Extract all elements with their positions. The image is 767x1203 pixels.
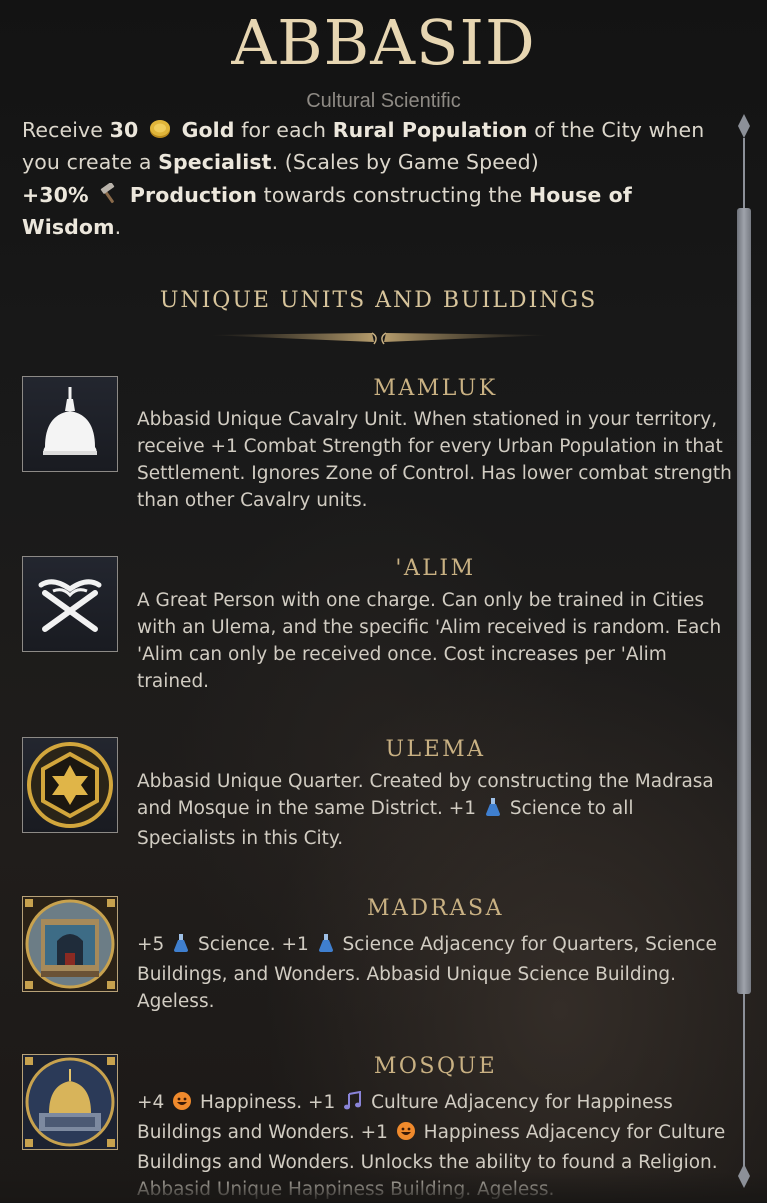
- unit-desc-madrasa: +5 Science. +1 Science Adjacency for Qua…: [137, 933, 717, 1012]
- unit-name-mosque: MOSQUE: [373, 1054, 498, 1079]
- mamluk-helmet-icon: [43, 387, 97, 455]
- hammer-icon: [97, 182, 121, 213]
- unit-name-alim: 'ALIM: [395, 556, 476, 581]
- unit-name-ulema: ULEMA: [385, 737, 486, 762]
- unit-icon-mamluk: [22, 376, 118, 472]
- civ-title: ABBASID: [231, 6, 536, 79]
- unit-icon-mosque: [22, 1054, 118, 1150]
- unit-icon-madrasa: [22, 896, 118, 992]
- civ-tags: Cultural Scientific: [306, 90, 461, 112]
- ulema-star-icon: [27, 742, 113, 828]
- open-book-icon: [38, 579, 102, 632]
- unit-name-mamluk: MAMLUK: [373, 376, 498, 401]
- civ-ability-gold: Receive 30 Gold for each Rural Populatio…: [22, 118, 705, 174]
- unit-desc-alim: A Great Person with one charge. Can only…: [137, 590, 722, 692]
- happiness-face-icon: [172, 1091, 192, 1119]
- unit-desc-ulema: Abbasid Unique Quarter. Created by const…: [137, 771, 714, 849]
- unit-icon-ulema: [22, 737, 118, 833]
- gold-coin-icon: [147, 118, 173, 148]
- unit-desc-mamluk: Abbasid Unique Cavalry Unit. When statio…: [137, 409, 732, 511]
- madrasa-building-icon: [25, 899, 115, 989]
- section-title: UNIQUE UNITS AND BUILDINGS: [159, 288, 598, 313]
- science-flask-icon: [317, 933, 335, 961]
- mosque-dome-icon: [25, 1057, 115, 1147]
- happiness-face-icon: [396, 1121, 416, 1149]
- scrollbar-thumb[interactable]: [737, 208, 751, 994]
- bottom-fade: [0, 1172, 767, 1202]
- unit-icon-alim: [22, 556, 118, 652]
- civ-ability-production: +30% Production towards constructing the…: [22, 182, 632, 239]
- culture-note-icon: [343, 1090, 363, 1119]
- science-flask-icon: [172, 933, 190, 961]
- science-flask-icon: [484, 797, 502, 825]
- unit-name-madrasa: MADRASA: [367, 896, 504, 921]
- section-divider: [206, 332, 552, 345]
